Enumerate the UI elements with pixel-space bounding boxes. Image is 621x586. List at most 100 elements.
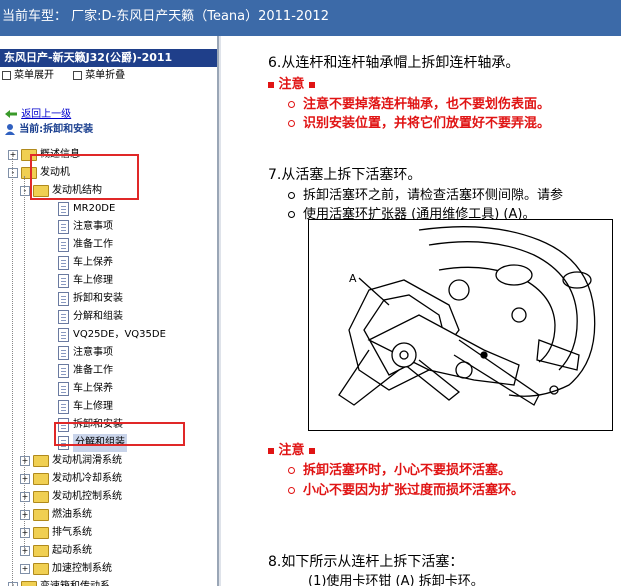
title-bar: 当前车型： 厂家:D-东风日产天籁（Teana）2011-2012 xyxy=(0,0,621,36)
expand-node-icon[interactable]: + xyxy=(8,582,18,586)
caution1-item-1: 注意不要掉落连杆轴承，也不要划伤表面。 xyxy=(288,93,550,112)
document-icon xyxy=(58,382,69,396)
tree-item-label: 注意事项 xyxy=(73,347,113,358)
folder-icon xyxy=(33,527,49,539)
expand-node-icon[interactable]: + xyxy=(20,510,30,520)
back-link[interactable]: 返回上一级 xyxy=(4,108,71,122)
tree-item-label: 拆卸和安装 xyxy=(73,293,123,304)
document-icon xyxy=(58,310,69,324)
tree-item[interactable]: + 发动机冷却系统 xyxy=(0,470,217,488)
tree-item-label: 发动机润滑系统 xyxy=(52,455,122,466)
document-icon xyxy=(58,238,69,252)
sidebar-header: 东风日产-新天籁J32(公爵)-2011 xyxy=(0,49,217,67)
tree-item[interactable]: MR20DE xyxy=(0,200,217,218)
caution2-item-1: 拆卸活塞环时，小心不要损坏活塞。 xyxy=(288,459,511,478)
bullet-icon xyxy=(288,211,295,218)
expand-node-icon[interactable]: + xyxy=(8,150,18,160)
folder-icon xyxy=(33,473,49,485)
tree-item[interactable]: 注意事项 xyxy=(0,344,217,362)
caution1-item-2: 识别安装位置，并将它们放置好不要弄混。 xyxy=(288,112,550,131)
tree-item[interactable]: 车上修理 xyxy=(0,398,217,416)
menu-expand-button[interactable]: 菜单展开 xyxy=(2,70,62,81)
sidebar: 东风日产-新天籁J32(公爵)-2011 菜单展开 菜单折叠 返回上一级 当前:… xyxy=(0,36,219,586)
tree-item[interactable]: + 起动系统 xyxy=(0,542,217,560)
tree-item[interactable]: 拆卸和安装 xyxy=(0,290,217,308)
collapse-icon xyxy=(73,70,83,80)
caution2-item-2: 小心不要因为扩张过度而损坏活塞环。 xyxy=(288,479,524,498)
tree-item-label: 发动机控制系统 xyxy=(52,491,122,502)
document-icon xyxy=(58,346,69,360)
tree-item[interactable]: 准备工作 xyxy=(0,236,217,254)
tree-item-label: 起动系统 xyxy=(52,545,92,556)
collapse-node-icon[interactable]: - xyxy=(8,168,18,178)
tree-item-label: 加速控制系统 xyxy=(52,563,112,574)
step7-title: 7.从活塞上拆下活塞环。 xyxy=(268,167,422,183)
piston-ring-expander-figure: A xyxy=(308,219,613,431)
tree-item-label: 注意事项 xyxy=(73,221,113,232)
collapse-node-icon[interactable]: - xyxy=(20,186,30,196)
tree-item-label: 燃油系统 xyxy=(52,509,92,520)
tree-item[interactable]: 注意事项 xyxy=(0,218,217,236)
tree-item-label: MR20DE xyxy=(73,203,116,214)
tree-item-label: 准备工作 xyxy=(73,365,113,376)
expand-node-icon[interactable]: + xyxy=(20,564,30,574)
content-pane: 6.从连杆和连杆轴承帽上拆卸连杆轴承。 注意 注意不要掉落连杆轴承，也不要划伤表… xyxy=(221,36,621,586)
document-icon xyxy=(58,220,69,234)
red-square-icon xyxy=(268,447,274,454)
expand-node-icon[interactable]: + xyxy=(20,528,30,538)
step7-item-1: 拆卸活塞环之前，请检查活塞环侧间隙。请参 xyxy=(288,184,563,203)
piston-illustration: A xyxy=(338,226,596,406)
tree-item-label: 排气系统 xyxy=(52,527,92,538)
tree-item[interactable]: + 排气系统 xyxy=(0,524,217,542)
document-icon xyxy=(58,274,69,288)
red-square-icon xyxy=(268,81,274,88)
red-square-icon xyxy=(309,447,316,454)
highlight-box-engine xyxy=(30,154,139,200)
tree-item[interactable]: 分解和组装 xyxy=(0,308,217,326)
bullet-icon xyxy=(288,467,295,474)
document-icon xyxy=(58,292,69,306)
back-arrow-icon xyxy=(5,110,17,118)
bullet-icon xyxy=(288,192,295,199)
tree-item[interactable]: + 变速箱和传动系 xyxy=(0,578,217,586)
expand-node-icon[interactable]: + xyxy=(20,474,30,484)
tree-item-label: VQ25DE，VQ35DE xyxy=(73,329,166,340)
tree-item[interactable]: VQ25DE，VQ35DE xyxy=(0,326,217,344)
tree-connector-line xyxy=(24,176,25,554)
menu-collapse-button[interactable]: 菜单折叠 xyxy=(73,70,133,81)
step6-title: 6.从连杆和连杆轴承帽上拆卸连杆轴承。 xyxy=(268,55,520,71)
tree-item[interactable]: 准备工作 xyxy=(0,362,217,380)
folder-icon xyxy=(21,581,37,586)
tree-item[interactable]: 车上修理 xyxy=(0,272,217,290)
folder-icon xyxy=(33,509,49,521)
caution2-heading: 注意 xyxy=(268,439,316,458)
tree-item-label: 车上修理 xyxy=(73,401,113,412)
folder-icon xyxy=(33,563,49,575)
tree-item-label: 车上保养 xyxy=(73,257,113,268)
bullet-icon xyxy=(288,487,295,494)
tree-item[interactable]: + 发动机润滑系统 xyxy=(0,452,217,470)
tree-connector-line xyxy=(12,158,13,586)
folder-icon xyxy=(33,545,49,557)
tree-item-label: 车上保养 xyxy=(73,383,113,394)
highlight-box-selected xyxy=(54,422,185,446)
tree-item[interactable]: + 燃油系统 xyxy=(0,506,217,524)
expand-node-icon[interactable]: + xyxy=(20,456,30,466)
user-icon xyxy=(5,124,15,135)
tree-item[interactable]: + 发动机控制系统 xyxy=(0,488,217,506)
tree-item[interactable]: + 加速控制系统 xyxy=(0,560,217,578)
expand-node-icon[interactable]: + xyxy=(20,492,30,502)
caution1-heading: 注意 xyxy=(268,73,316,92)
step8-substep-1: (1)使用卡环钳 (A) 拆卸卡环。 xyxy=(308,574,484,586)
bullet-icon xyxy=(288,120,295,127)
document-icon xyxy=(58,400,69,414)
tree-item[interactable]: 车上保养 xyxy=(0,380,217,398)
menu-toggle-bar: 菜单展开 菜单折叠 xyxy=(0,67,217,85)
bullet-icon xyxy=(288,101,295,108)
tree-item[interactable]: 车上保养 xyxy=(0,254,217,272)
document-icon xyxy=(58,328,69,342)
folder-icon xyxy=(33,455,49,467)
expand-node-icon[interactable]: + xyxy=(20,546,30,556)
current-location: 当前:拆卸和安装 xyxy=(4,123,93,137)
document-icon xyxy=(58,256,69,270)
